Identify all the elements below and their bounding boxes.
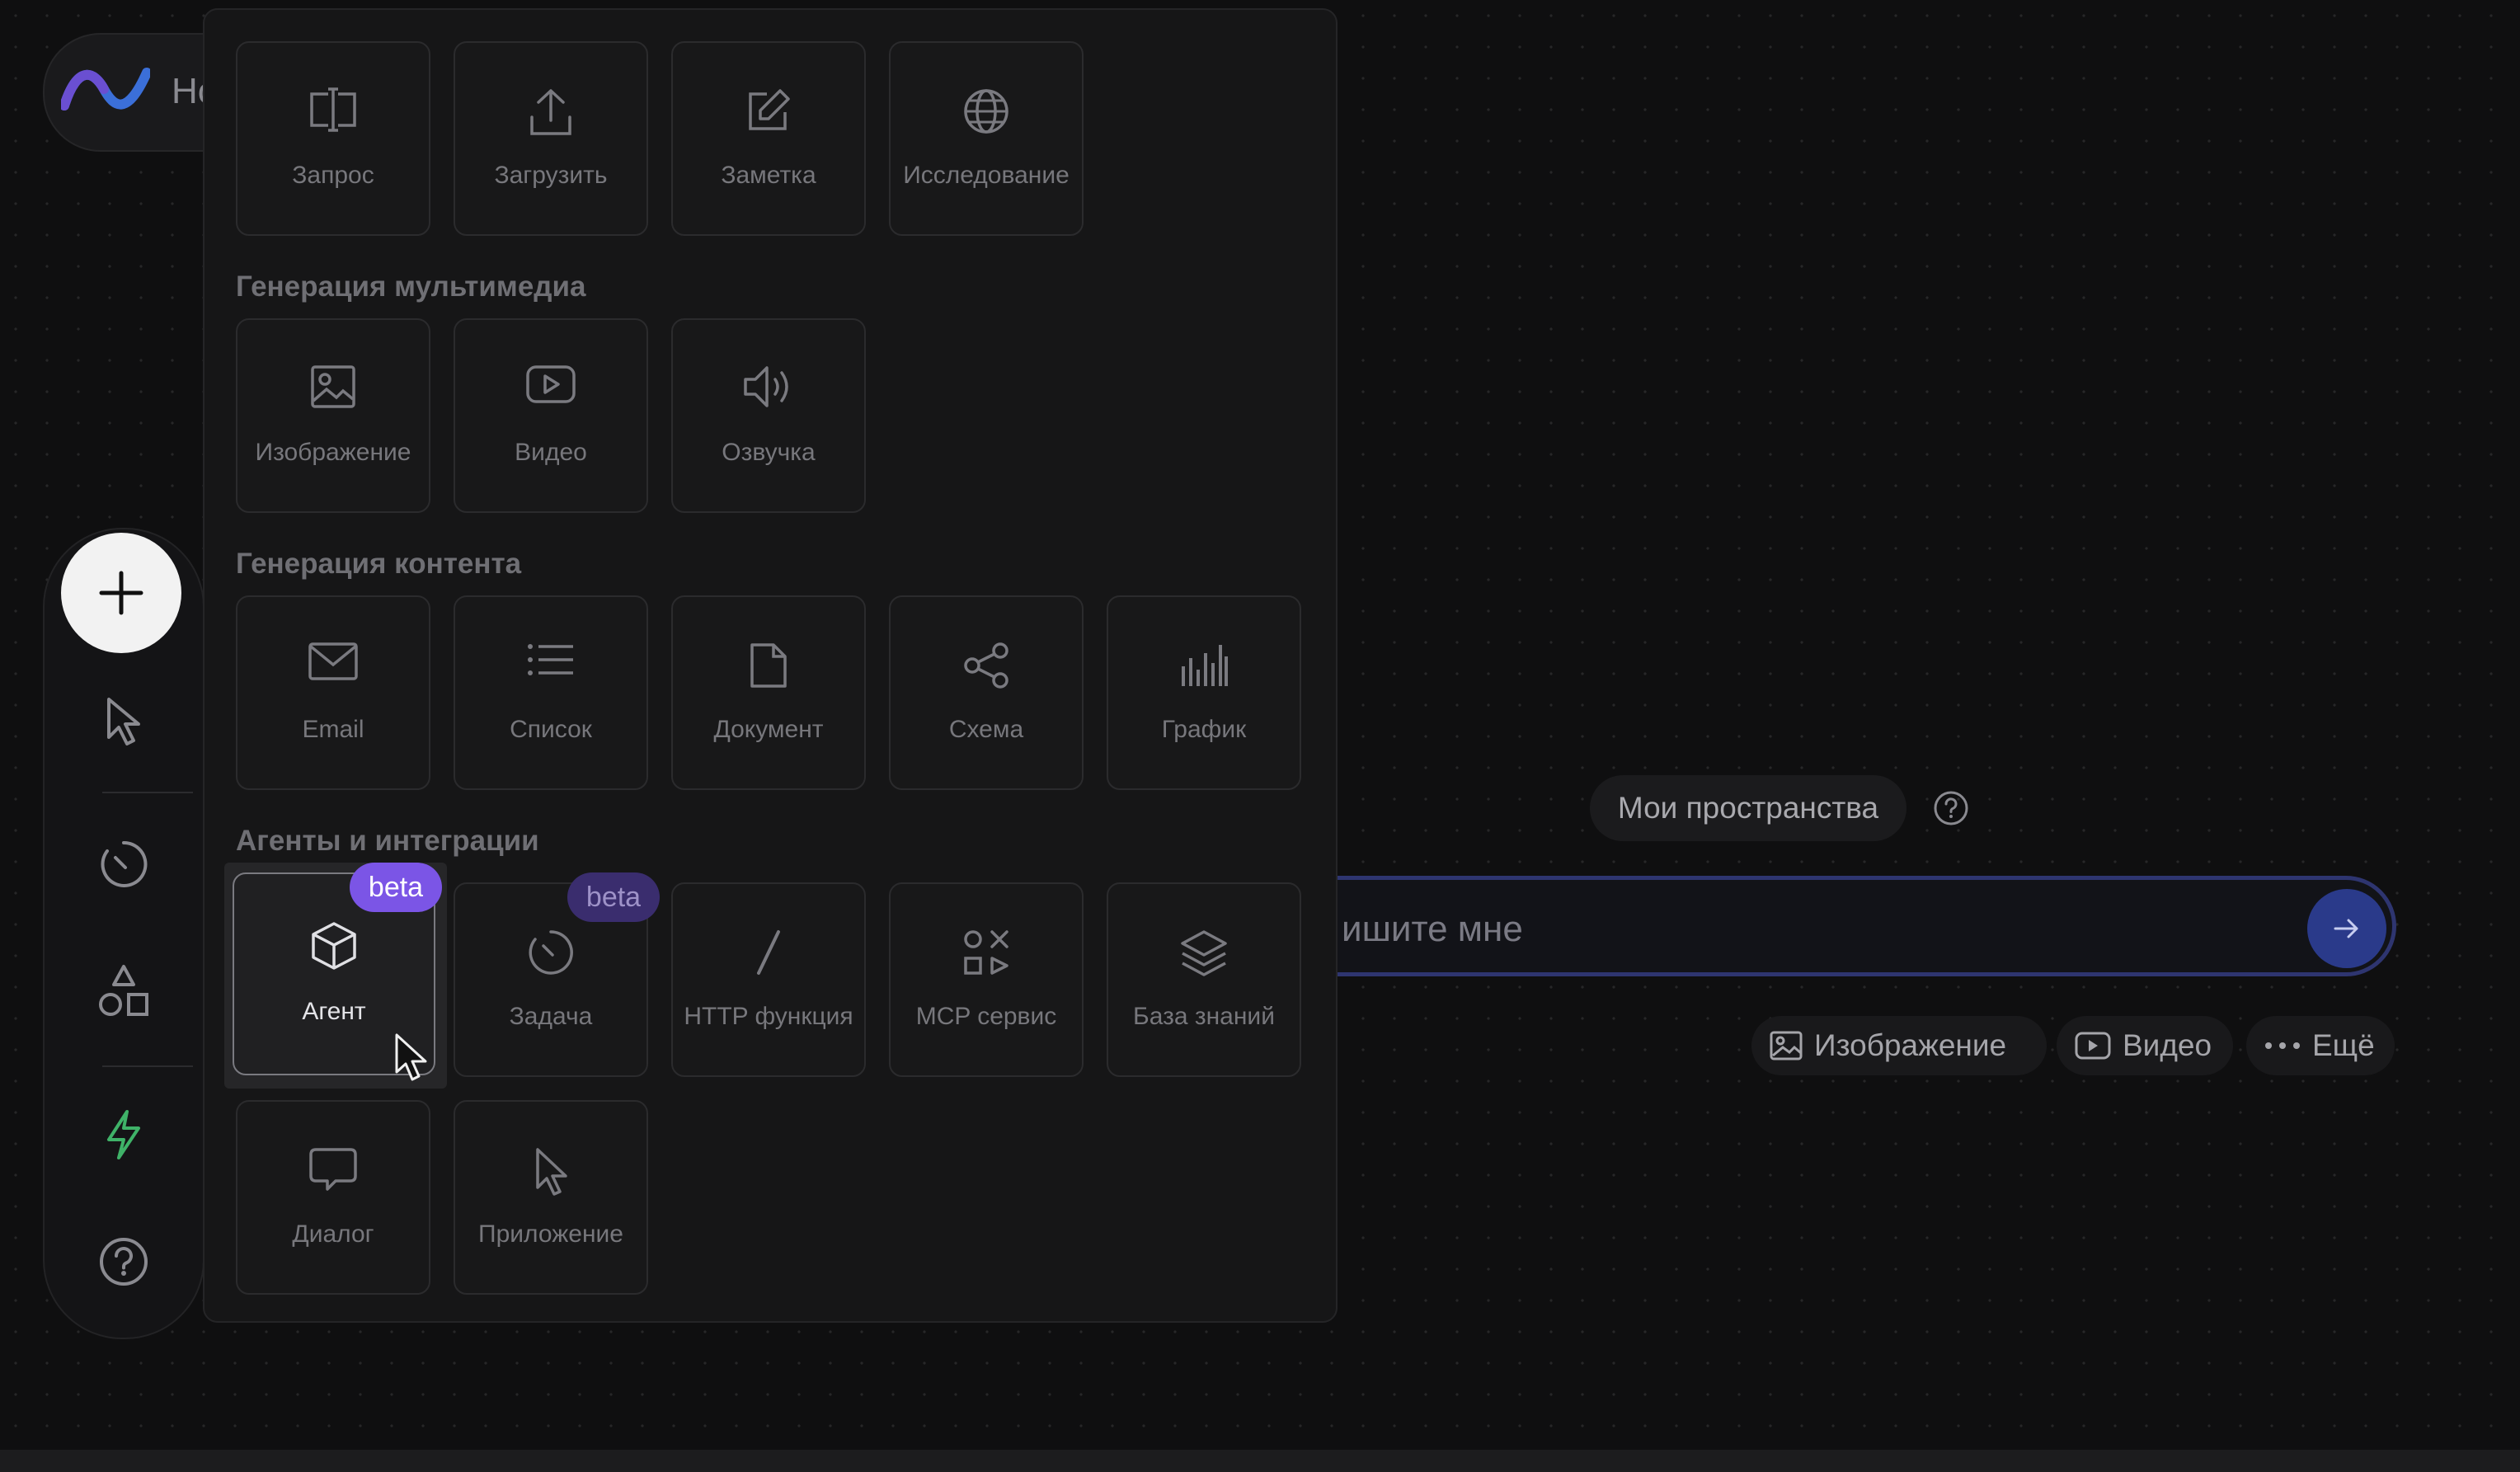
add-node-button[interactable] xyxy=(61,533,181,653)
send-button[interactable] xyxy=(2307,889,2386,968)
tile-upload[interactable]: Загрузить xyxy=(454,41,648,236)
chip-more[interactable]: Ещё xyxy=(2246,1016,2395,1075)
layers-icon xyxy=(1179,929,1229,978)
pointer-icon xyxy=(101,694,147,747)
video-icon xyxy=(525,364,576,404)
chart-icon xyxy=(1180,642,1228,688)
history-button[interactable] xyxy=(45,815,203,914)
tile-label: Задача xyxy=(455,1003,646,1031)
timer-icon xyxy=(527,929,575,976)
chat-bubble-icon xyxy=(308,1146,359,1192)
tile-dialog[interactable]: Диалог xyxy=(236,1100,430,1295)
tile-video[interactable]: Видео xyxy=(454,318,648,513)
timer-icon xyxy=(97,838,150,891)
tile-label: MCP сервис xyxy=(891,1003,1082,1031)
chat-input-box[interactable] xyxy=(1286,876,2396,976)
tile-http-function[interactable]: HTTP функция xyxy=(671,882,866,1077)
tile-note[interactable]: Заметка xyxy=(671,41,866,236)
slash-icon xyxy=(752,929,785,976)
image-icon xyxy=(310,364,356,409)
my-spaces-button[interactable]: Мои пространства xyxy=(1590,775,1906,841)
tile-label: Озвучка xyxy=(673,439,864,467)
share-icon xyxy=(962,642,1010,689)
beta-badge: beta xyxy=(350,863,442,912)
tile-label: Документ xyxy=(673,716,864,744)
tile-label: Email xyxy=(237,716,429,744)
add-node-menu: Запрос Загрузить Заметка Исследование Ге… xyxy=(203,8,1338,1323)
chip-video[interactable]: Видео xyxy=(2057,1016,2233,1075)
speaker-icon xyxy=(742,364,795,409)
section-title-media: Генерация мультимедиа xyxy=(236,270,585,303)
tile-label: Исследование xyxy=(891,162,1082,190)
left-toolbar xyxy=(43,528,205,1339)
chip-label: Изображение xyxy=(1814,1028,2006,1063)
select-tool-button[interactable] xyxy=(45,671,203,770)
list-icon xyxy=(527,642,575,678)
tile-task[interactable]: Задача beta xyxy=(454,882,648,1077)
tile-diagram[interactable]: Схема xyxy=(889,595,1084,790)
tile-label: HTTP функция xyxy=(673,1003,864,1031)
question-icon xyxy=(97,1235,150,1288)
tile-document[interactable]: Документ xyxy=(671,595,866,790)
chip-label: Видео xyxy=(2123,1028,2212,1063)
section-title-content: Генерация контента xyxy=(236,548,521,581)
chip-image[interactable]: Изображение xyxy=(1751,1016,2047,1075)
tile-label: График xyxy=(1108,716,1300,744)
image-icon xyxy=(1770,1031,1803,1060)
document-icon xyxy=(749,642,788,689)
tile-label: Загрузить xyxy=(455,162,646,190)
chip-label: Ещё xyxy=(2312,1028,2375,1063)
tile-chart[interactable]: График xyxy=(1107,595,1301,790)
arrow-right-icon xyxy=(2330,912,2363,945)
plus-icon xyxy=(95,567,148,619)
help-icon[interactable] xyxy=(1933,790,1969,826)
tile-research[interactable]: Исследование xyxy=(889,41,1084,236)
tile-list[interactable]: Список xyxy=(454,595,648,790)
tile-mcp-service[interactable]: MCP сервис xyxy=(889,882,1084,1077)
bottom-strip xyxy=(0,1450,2520,1472)
note-icon xyxy=(745,87,792,134)
shapes-icon xyxy=(97,963,150,1019)
beta-badge: beta xyxy=(567,872,660,922)
mcp-icon xyxy=(962,929,1010,976)
globe-icon xyxy=(962,87,1010,135)
tile-label: Видео xyxy=(455,439,646,467)
tile-label: Диалог xyxy=(237,1220,429,1249)
video-icon xyxy=(2075,1032,2111,1060)
tile-prompt[interactable]: Запрос xyxy=(236,41,430,236)
logo-icon xyxy=(61,64,150,120)
section-title-agents: Агенты и интеграции xyxy=(236,825,539,858)
shapes-button[interactable] xyxy=(45,942,203,1041)
tile-label: Приложение xyxy=(455,1220,646,1249)
automation-button[interactable] xyxy=(45,1085,203,1184)
upload-icon xyxy=(529,87,573,137)
mouse-cursor-icon xyxy=(394,1032,429,1084)
help-button[interactable] xyxy=(45,1212,203,1311)
tile-label: Агент xyxy=(234,998,434,1026)
more-icon xyxy=(2264,1042,2301,1050)
tile-application[interactable]: Приложение xyxy=(454,1100,648,1295)
chat-input[interactable] xyxy=(1340,900,2250,959)
tile-label: Заметка xyxy=(673,162,864,190)
tile-label: Список xyxy=(455,716,646,744)
tile-knowledge-base[interactable]: База знаний xyxy=(1107,882,1301,1077)
cube-icon xyxy=(310,920,358,971)
tile-image[interactable]: Изображение xyxy=(236,318,430,513)
tile-label: База знаний xyxy=(1108,1003,1300,1031)
rail-divider xyxy=(102,1065,193,1067)
my-spaces-label: Мои пространства xyxy=(1618,791,1878,825)
prompt-icon xyxy=(307,87,360,132)
tile-label: Изображение xyxy=(237,439,429,467)
tile-email[interactable]: Email xyxy=(236,595,430,790)
lightning-icon xyxy=(104,1108,143,1161)
rail-divider xyxy=(102,792,193,793)
tile-label: Схема xyxy=(891,716,1082,744)
pointer-icon xyxy=(531,1146,571,1197)
tile-voiceover[interactable]: Озвучка xyxy=(671,318,866,513)
mail-icon xyxy=(308,642,359,681)
tile-label: Запрос xyxy=(237,162,429,190)
